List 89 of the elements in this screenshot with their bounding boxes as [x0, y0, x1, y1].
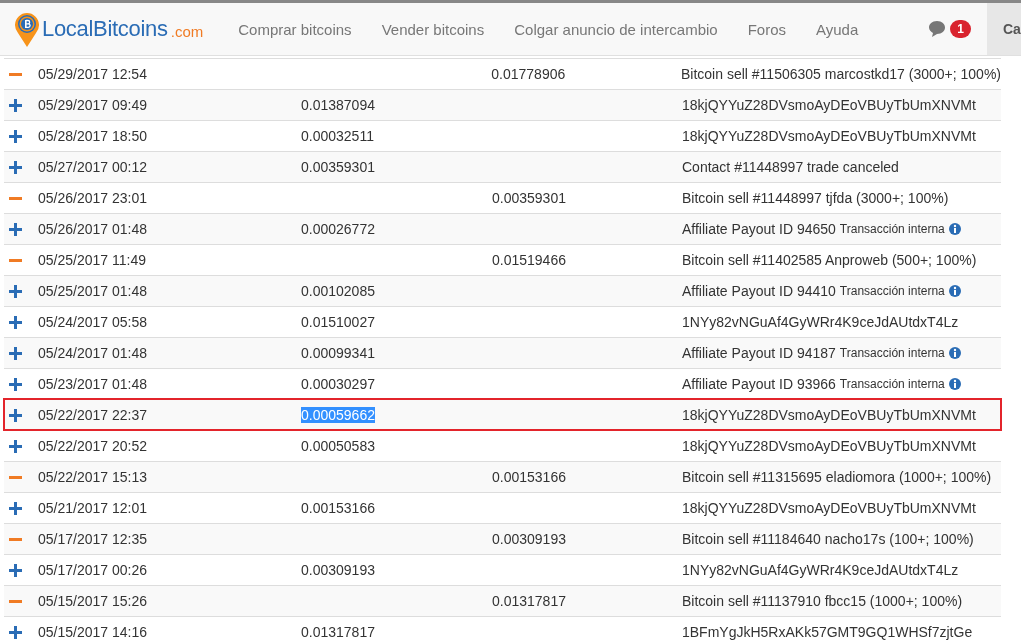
- table-cell: Affiliate Payout ID 94410: [682, 283, 836, 299]
- table-cell-text: 05/28/2017 18:50: [38, 128, 148, 144]
- table-cell: Bitcoin sell #11402585 Anproweb (500+; 100%): [682, 252, 977, 268]
- plus-icon: [9, 315, 22, 329]
- table-cell-text: 05/25/2017 01:48: [38, 283, 148, 299]
- table-cell: 1NYy82vNGuAf4GyWRr4K9ceJdAUtdxT4Lz: [682, 314, 959, 330]
- table-cell-text: 05/22/2017 15:13: [38, 469, 148, 485]
- table-cell-text: 05/17/2017 12:35: [38, 531, 148, 547]
- plus-icon: [9, 439, 22, 453]
- table-cell-text: 05/24/2017 05:58: [38, 314, 148, 330]
- plus-icon: [9, 501, 22, 515]
- table-cell: Transacción interna: [839, 346, 945, 360]
- logo-domain[interactable]: .com: [170, 22, 204, 40]
- table-cell: 18kjQYYuZ28DVsmoAyDEoVBUyTbUmXNVMt: [682, 438, 976, 454]
- plus-icon: [9, 563, 22, 577]
- table-cell: 0.00099341: [301, 345, 375, 361]
- table-cell: Bitcoin sell #11137910 fbcc15 (1000+; 100%): [682, 593, 963, 609]
- table-cell: 0.00050583: [301, 438, 375, 454]
- table-cell: 0.00059662: [301, 407, 375, 423]
- table-cell: 0.00153166: [301, 500, 375, 516]
- table-cell-text: 05/21/2017 12:01: [38, 500, 148, 516]
- table-cell-text: 05/29/2017 09:49: [38, 97, 148, 113]
- plus-icon: [9, 625, 22, 639]
- nav-link[interactable]: Vender bitcoins: [366, 20, 500, 38]
- table-cell: 0.00309193: [301, 562, 375, 578]
- table-cell: Contact #11448997 trade canceled: [682, 159, 899, 175]
- table-cell: 1BFmYgJkH5RxAKk57GMT9GQ1WHSf7zjtGe: [682, 624, 973, 640]
- table-cell: 0.00102085: [301, 283, 375, 299]
- table-cell: 18kjQYYuZ28DVsmoAyDEoVBUyTbUmXNVMt: [682, 407, 976, 423]
- table-cell: Bitcoin sell #11315695 eladiomora (1000+; 100%): [682, 469, 992, 485]
- table-cell: 0.00026772: [301, 221, 375, 237]
- plus-icon: [9, 98, 22, 112]
- table-cell-text: 05/23/2017 01:48: [38, 376, 148, 392]
- table-cell: 0.01510027: [301, 314, 375, 330]
- table-cell: Transacción interna: [839, 222, 945, 236]
- nav-link[interactable]: Foros: [732, 20, 801, 38]
- plus-icon: [9, 346, 22, 360]
- table-cell: 18kjQYYuZ28DVsmoAyDEoVBUyTbUmXNVMt: [682, 97, 976, 113]
- table-cell: Transacción interna: [839, 284, 945, 298]
- table-cell-text: 05/15/2017 15:26: [38, 593, 148, 609]
- table-cell: Affiliate Payout ID 94650: [682, 221, 836, 237]
- nav-link[interactable]: Comprar bitcoins: [223, 20, 367, 38]
- plus-icon: [9, 222, 22, 236]
- plus-icon: [9, 129, 22, 143]
- table-cell: 18kjQYYuZ28DVsmoAyDEoVBUyTbUmXNVMt: [682, 128, 976, 144]
- table-cell: 0.00030297: [301, 376, 375, 392]
- table-cell: 0.00359301: [492, 190, 566, 206]
- table-cell: Bitcoin sell #11184640 nacho17s (100+; 100%): [682, 531, 974, 547]
- table-cell: 0.00032511: [301, 128, 374, 144]
- table-cell: 0.01519466: [492, 252, 566, 268]
- table-cell: 0.00309193: [492, 531, 566, 547]
- table-cell: 0.01317817: [492, 593, 566, 609]
- table-cell-text: 05/29/2017 12:54: [37, 66, 148, 82]
- plus-icon: [9, 284, 22, 298]
- table-cell-text: 05/17/2017 00:26: [38, 562, 148, 578]
- table-cell: 0.00359301: [301, 159, 375, 175]
- info-icon: [948, 378, 961, 390]
- table-cell-text: 05/24/2017 01:48: [38, 345, 148, 361]
- table-cell-text: 05/25/2017 11:49: [38, 252, 147, 268]
- info-icon: [948, 285, 961, 297]
- plus-icon: [9, 408, 22, 422]
- table-cell: Affiliate Payout ID 93966: [682, 376, 836, 392]
- logo-text[interactable]: LocalBitcoins: [42, 16, 168, 42]
- table-cell: 1NYy82vNGuAf4GyWRr4K9ceJdAUtdxT4Lz: [682, 562, 959, 578]
- table-cell: 18kjQYYuZ28DVsmoAyDEoVBUyTbUmXNVMt: [682, 500, 976, 516]
- table-cell: Affiliate Payout ID 94187: [682, 345, 836, 361]
- table-cell: 0.01317817: [301, 624, 375, 640]
- nav-link[interactable]: Ayuda: [801, 20, 874, 38]
- plus-icon: [9, 160, 22, 174]
- info-icon: [948, 223, 961, 235]
- table-cell: Transacción interna: [839, 377, 945, 391]
- table-cell-text: 05/22/2017 20:52: [38, 438, 148, 454]
- plus-icon: [9, 377, 22, 391]
- table-cell: Bitcoin sell #11448997 tjfda (3000+; 100%): [682, 190, 949, 206]
- table-cell-text: 05/15/2017 14:16: [38, 624, 148, 640]
- table-cell-text: 05/27/2017 00:12: [38, 159, 148, 175]
- nav-link[interactable]: Colgar anuncio de intercambio: [499, 20, 733, 38]
- notification-badge[interactable]: 1: [950, 20, 971, 38]
- table-cell-text: 05/26/2017 01:48: [38, 221, 148, 237]
- chat-bubble-icon: [928, 20, 947, 38]
- table-cell: 0.00153166: [492, 469, 566, 485]
- info-icon: [948, 347, 961, 359]
- table-cell-text: 05/26/2017 23:01: [38, 190, 148, 206]
- table-cell: Bitcoin sell #11506305 marcostkd17 (3000+; 100%): [681, 66, 1001, 82]
- table-cell-text: 05/22/2017 22:37: [38, 407, 148, 423]
- table-cell: 0.01387094: [301, 97, 375, 113]
- bitcoin-pin-icon: [15, 11, 39, 47]
- table-cell: 0.01778906: [491, 66, 566, 82]
- nav-tab[interactable]: Ca: [987, 3, 1021, 55]
